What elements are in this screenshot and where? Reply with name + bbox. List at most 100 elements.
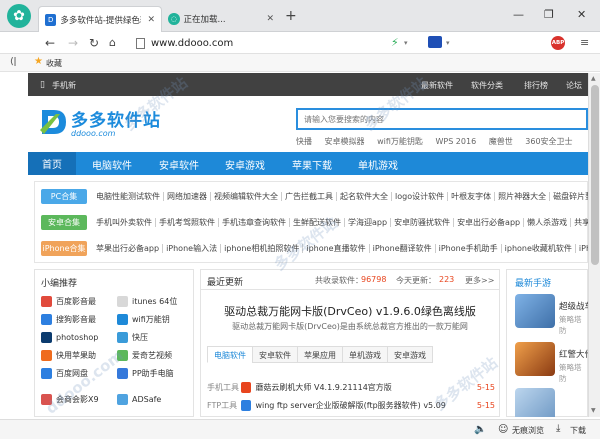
tab-single-games[interactable]: 单机游戏 bbox=[342, 346, 388, 363]
forward-button[interactable]: → bbox=[68, 36, 78, 50]
category-link[interactable]: 电脑性能测试软件 bbox=[93, 191, 164, 201]
back-button[interactable]: ← bbox=[45, 36, 55, 50]
category-link[interactable]: 安卓防骚扰软件 bbox=[391, 217, 455, 227]
category-link[interactable]: 视频编辑软件大全 bbox=[211, 191, 282, 201]
adblock-icon[interactable]: ABP bbox=[551, 36, 565, 50]
nav-home[interactable]: 首页 bbox=[28, 152, 76, 175]
site-logo[interactable]: 多多软件站 ddooo.com bbox=[40, 106, 161, 138]
category-link[interactable]: iphone收藏机软件 bbox=[502, 243, 576, 253]
editor-pick-item[interactable]: 快压 bbox=[117, 332, 148, 343]
editor-pick-item[interactable]: 百度影音最 bbox=[41, 296, 96, 307]
mode-dropdown-icon[interactable]: ▾ bbox=[404, 39, 408, 47]
category-link[interactable]: 磁盘碎片整 bbox=[550, 192, 588, 201]
game-title[interactable]: 超级战车大 bbox=[559, 300, 588, 312]
category-link[interactable]: 广告拦截工具 bbox=[282, 191, 337, 201]
category-link[interactable]: 手机违章查询软件 bbox=[219, 217, 290, 227]
sidebar-toggle-icon[interactable]: ⟨| bbox=[10, 57, 17, 67]
category-link[interactable]: 手机叫外卖软件 bbox=[93, 217, 156, 227]
category-link[interactable]: 网络加速器 bbox=[164, 191, 211, 201]
tab-apple-apps[interactable]: 苹果应用 bbox=[297, 346, 343, 363]
topbar-category[interactable]: 软件分类 bbox=[471, 80, 503, 91]
editor-pick-item[interactable]: photoshop bbox=[41, 332, 98, 343]
category-link[interactable]: iPhone bbox=[576, 244, 588, 253]
update-row[interactable]: 手机工具 蘑菇云刷机大师 V4.1.9.21114官方版 5-15 bbox=[207, 382, 495, 393]
category-link[interactable]: 苹果出行必备app bbox=[93, 243, 164, 253]
category-link[interactable]: 叶根友字体 bbox=[448, 191, 496, 201]
editor-pick-item[interactable]: wifi万能钥 bbox=[117, 314, 170, 325]
tab-close-icon[interactable]: ✕ bbox=[147, 15, 155, 25]
category-link[interactable]: 共享汽车 bbox=[571, 218, 588, 227]
category-badge[interactable]: PC合集 bbox=[41, 188, 87, 204]
category-link[interactable]: iphone相机拍照软件 bbox=[221, 243, 304, 253]
nav-apple-download[interactable]: 苹果下载 bbox=[292, 157, 332, 172]
category-link[interactable]: iPhone翻译软件 bbox=[370, 243, 436, 253]
topbar-mobile[interactable]: 手机新 bbox=[52, 80, 76, 91]
update-row[interactable]: FTP工具 wing ftp server企业版破解版(ftp服务器软件) v5… bbox=[207, 400, 495, 411]
category-link[interactable]: logo设计软件 bbox=[392, 191, 449, 201]
category-badge[interactable]: 安卓合集 bbox=[41, 214, 87, 230]
hotlink[interactable]: 360安全卫士 bbox=[525, 137, 572, 146]
close-window-button[interactable]: ✕ bbox=[577, 8, 586, 21]
category-badge[interactable]: iPhone合集 bbox=[41, 240, 87, 256]
hotlink[interactable]: 魔兽世 bbox=[489, 137, 513, 146]
category-link[interactable]: iPhone手机助手 bbox=[436, 243, 502, 253]
tab-android-games[interactable]: 安卓游戏 bbox=[387, 346, 433, 363]
vertical-scrollbar[interactable]: ▲ ▼ bbox=[588, 73, 600, 417]
game-thumbnail[interactable] bbox=[515, 388, 555, 417]
editor-pick-item[interactable]: 搜狗影音最 bbox=[41, 314, 96, 325]
browser-logo-icon[interactable]: ✿ bbox=[7, 4, 31, 28]
editor-pick-item[interactable]: itunes 64位 bbox=[117, 296, 177, 307]
tab-pc-software[interactable]: 电脑软件 bbox=[207, 346, 253, 363]
category-link[interactable]: 学海迎app bbox=[345, 217, 392, 227]
category-link[interactable]: iPhone输入法 bbox=[163, 243, 222, 253]
scroll-up-icon[interactable]: ▲ bbox=[591, 75, 596, 82]
topbar-latest[interactable]: 最新软件 bbox=[421, 80, 453, 91]
incognito-mode-label[interactable]: 无痕浏览 bbox=[512, 425, 544, 436]
category-link[interactable]: 照片神器大全 bbox=[495, 191, 551, 201]
bookmark-favorites[interactable]: 收藏 bbox=[46, 58, 62, 69]
new-tab-button[interactable]: + bbox=[285, 8, 297, 24]
download-label[interactable]: 下载 bbox=[570, 425, 586, 436]
reload-button[interactable]: ↻ bbox=[89, 36, 99, 50]
hotlink[interactable]: 快播 bbox=[296, 137, 312, 146]
category-link[interactable]: iphone直播软件 bbox=[303, 243, 370, 253]
topbar-ranking[interactable]: 排行榜 bbox=[524, 80, 548, 91]
editor-pick-item[interactable]: 百度网盘 bbox=[41, 368, 88, 379]
category-link[interactable]: 起名软件大全 bbox=[337, 191, 392, 201]
editor-pick-item[interactable]: 快用苹果助 bbox=[41, 350, 96, 361]
editor-pick-item[interactable]: 会商会影X9 bbox=[41, 394, 99, 405]
speaker-icon[interactable]: 🔈 bbox=[474, 424, 486, 435]
extension-icon[interactable] bbox=[428, 36, 442, 48]
game-title[interactable]: 红警大作战 bbox=[559, 348, 588, 360]
site-search-input[interactable] bbox=[298, 110, 586, 128]
menu-icon[interactable]: ≡ bbox=[580, 36, 589, 49]
category-link[interactable]: 懒人杀游戏 bbox=[524, 217, 572, 227]
hotlink[interactable]: wifi万能钥匙 bbox=[377, 137, 423, 146]
game-thumbnail[interactable] bbox=[515, 294, 555, 328]
topbar-forum[interactable]: 论坛 bbox=[566, 80, 582, 91]
hotlink[interactable]: 安卓模拟器 bbox=[325, 137, 365, 146]
editor-pick-item[interactable]: PP助手电脑 bbox=[117, 368, 174, 379]
more-link[interactable]: 更多>> bbox=[465, 275, 494, 286]
nav-pc-software[interactable]: 电脑软件 bbox=[92, 157, 132, 172]
tab-close-icon[interactable]: ✕ bbox=[266, 14, 274, 24]
scroll-down-icon[interactable]: ▼ bbox=[591, 407, 596, 414]
editor-pick-item[interactable]: 爱奇艺视频 bbox=[117, 350, 172, 361]
featured-headline[interactable]: 驱动总裁万能网卡版(DrvCeo) v1.9.6.0绿色离线版 bbox=[201, 303, 499, 319]
editor-pick-item[interactable]: ADSafe bbox=[117, 394, 161, 405]
category-link[interactable]: 手机考驾照软件 bbox=[156, 217, 219, 227]
minimize-button[interactable]: — bbox=[513, 8, 524, 21]
category-link[interactable]: 安卓出行必备app bbox=[454, 217, 525, 227]
nav-android-games[interactable]: 安卓游戏 bbox=[225, 157, 265, 172]
hotlink[interactable]: WPS 2016 bbox=[435, 137, 476, 146]
restore-button[interactable]: ❐ bbox=[544, 8, 554, 21]
nav-single-games[interactable]: 单机游戏 bbox=[358, 157, 398, 172]
game-thumbnail[interactable] bbox=[515, 342, 555, 376]
extension-dropdown-icon[interactable]: ▾ bbox=[446, 39, 450, 47]
speed-mode-icon[interactable]: ⚡ bbox=[391, 36, 399, 49]
tab-loading[interactable]: ◌ 正在加载... ✕ bbox=[162, 6, 280, 32]
nav-android-software[interactable]: 安卓软件 bbox=[159, 157, 199, 172]
scroll-thumb[interactable] bbox=[591, 85, 599, 265]
tab-active[interactable]: D 多多软件站-提供绿色软件 ✕ bbox=[38, 6, 162, 32]
home-button[interactable]: ⌂ bbox=[109, 36, 116, 49]
